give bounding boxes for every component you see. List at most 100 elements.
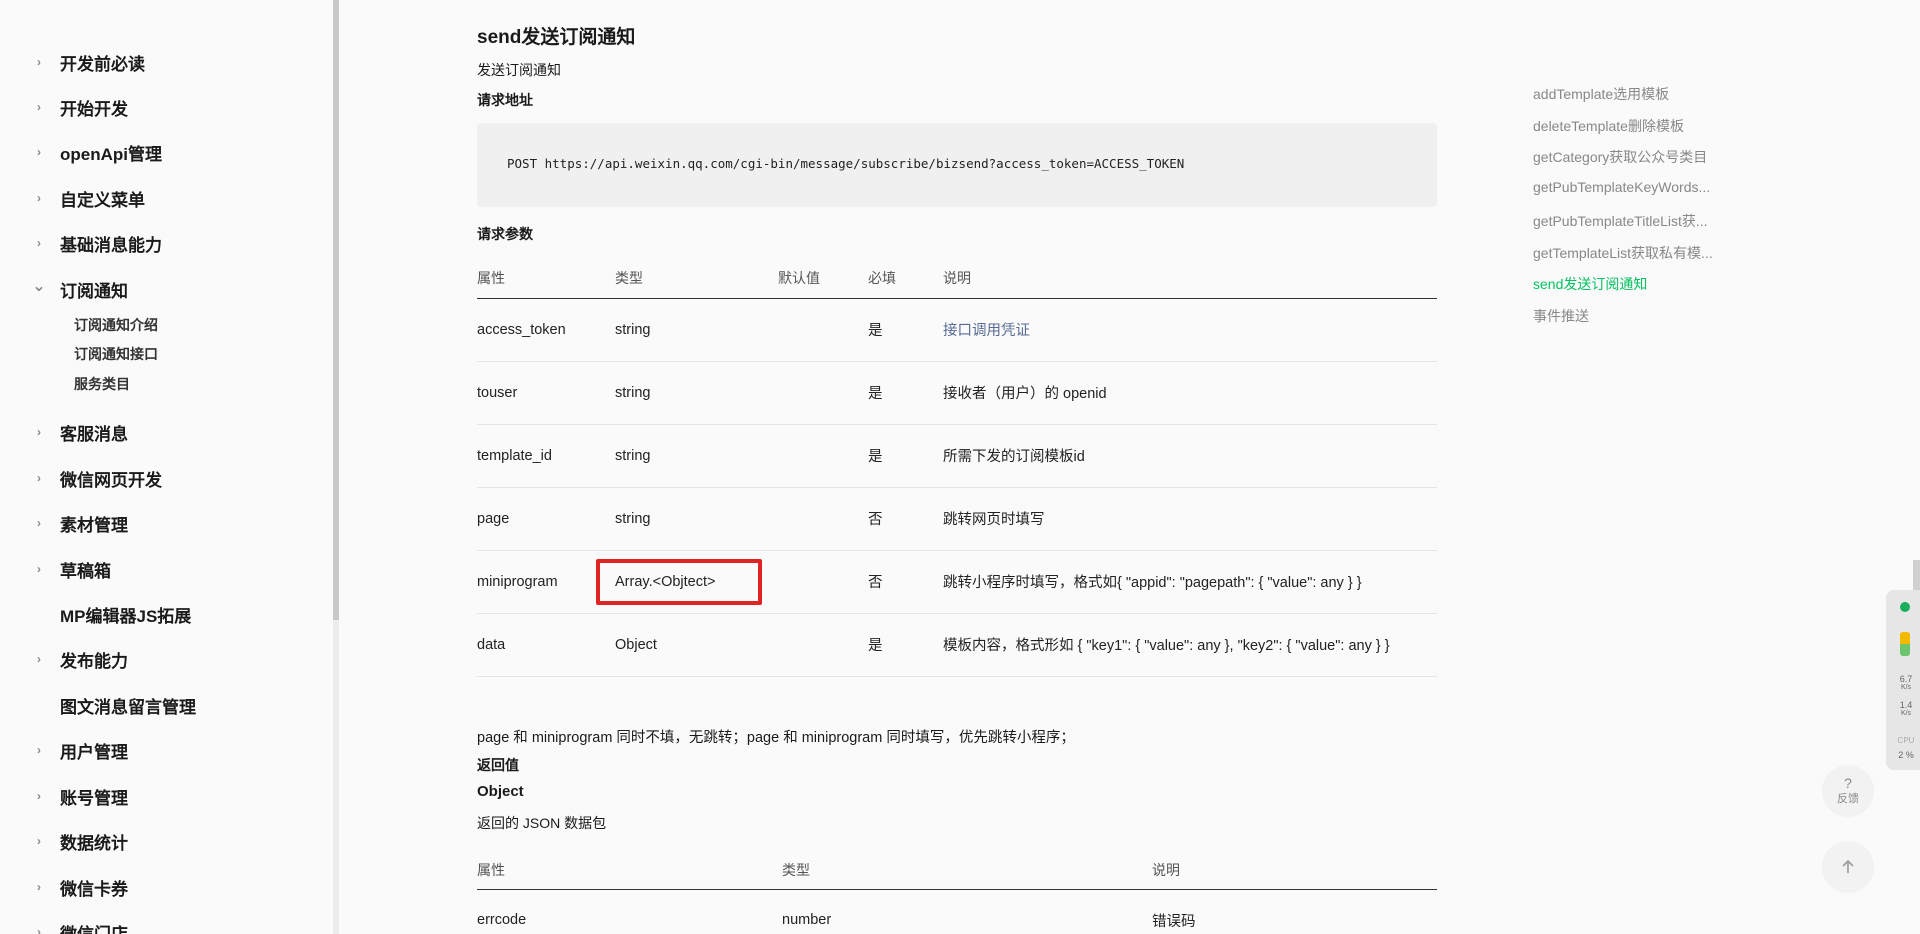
table-cell [778, 550, 868, 614]
toc-item[interactable]: getPubTemplateKeyWords... [1533, 179, 1723, 195]
sidebar-item[interactable]: › 微信卡券 [0, 869, 128, 905]
cpu-label: CPU [1897, 736, 1915, 745]
net-down-value: 1.4 [1899, 700, 1913, 710]
sidebar-item[interactable]: › 客服消息 [0, 414, 128, 450]
access-token-link[interactable]: 接口调用凭证 [943, 298, 1437, 362]
highlight-box [596, 559, 762, 605]
jump-note: page 和 miniprogram 同时不填，无跳转；page 和 minip… [477, 730, 1075, 746]
chevron-right-icon: › [37, 925, 41, 934]
table-cell [778, 487, 868, 551]
toc-item[interactable]: getCategory获取公众号类目 [1533, 147, 1723, 167]
chevron-right-icon: › [37, 562, 41, 576]
chevron-right-icon: › [37, 516, 41, 530]
sidebar-item[interactable]: › 微信网页开发 [0, 460, 162, 496]
page-title: send发送订阅通知 [477, 27, 636, 48]
chevron-right-icon: › [37, 880, 41, 894]
table-cell: 否 [868, 550, 943, 614]
table-cell: string [615, 424, 778, 488]
table-cell: miniprogram [477, 550, 615, 614]
table-cell: string [615, 298, 778, 362]
chevron-right-icon: › [37, 145, 41, 159]
sidebar-subitem[interactable]: 订阅通知介绍 [74, 312, 158, 338]
sidebar-item-label: 开发前必读 [60, 54, 145, 74]
toc-item[interactable]: 事件推送 [1533, 306, 1723, 326]
sidebar-item[interactable]: › 素材管理 [0, 505, 128, 541]
net-down-unit: K/s [1900, 710, 1912, 717]
table-row: page string 否跳转网页时填写 [477, 487, 1437, 551]
table-cell: 是 [868, 361, 943, 425]
back-to-top-button[interactable] [1822, 841, 1874, 893]
sidebar-item[interactable]: › 账号管理 [0, 778, 128, 814]
question-icon: ? [1844, 775, 1852, 791]
sidebar-item[interactable]: ›MP编辑器JS拓展 [0, 596, 191, 632]
sidebar-item[interactable]: › 草稿箱 [0, 551, 111, 587]
sidebar-item[interactable]: › 自定义菜单 [0, 180, 145, 216]
sidebar-scrollbar[interactable] [333, 0, 339, 620]
request-url-label: 请求地址 [477, 92, 533, 108]
toc-item[interactable]: addTemplate选用模板 [1533, 84, 1723, 104]
feedback-button[interactable]: ? 反馈 [1822, 765, 1874, 817]
chevron-right-icon: › [37, 652, 41, 666]
sidebar-item[interactable]: › 基础消息能力 [0, 225, 162, 261]
return-header-cell: 属性 [477, 851, 782, 890]
chevron-right-icon: › [37, 425, 41, 439]
sidebar: › 开发前必读 › 开始开发 › openApi管理 › 自定义菜单 › 基础消息能力 ⌄ 订阅通知 ›… [0, 0, 335, 934]
sidebar-item[interactable]: › 微信门店 [0, 914, 128, 934]
table-cell: data [477, 613, 615, 677]
sidebar-item-label: 微信门店 [60, 924, 128, 934]
memory-bar-icon [1900, 632, 1910, 656]
toc-item[interactable]: deleteTemplate删除模板 [1533, 116, 1723, 136]
page-description: 发送订阅通知 [477, 62, 561, 78]
table-row: errcode number 错误码 [477, 889, 1437, 934]
sidebar-item-label: 订阅通知 [60, 281, 128, 301]
sidebar-item[interactable]: › 数据统计 [0, 823, 128, 859]
sidebar-item-label: 自定义菜单 [60, 190, 145, 210]
sidebar-item[interactable]: › 开发前必读 [0, 44, 145, 80]
chevron-right-icon: › [37, 834, 41, 848]
chevron-right-icon: › [37, 100, 41, 114]
sidebar-item-label: 数据统计 [60, 833, 128, 853]
table-cell: template_id [477, 424, 615, 488]
table-cell: 是 [868, 424, 943, 488]
table-cell [778, 298, 868, 362]
system-monitor-widget[interactable]: 6.7 K/s 1.4 K/s CPU 2 % [1886, 590, 1920, 770]
return-type: Object [477, 783, 524, 800]
sidebar-item[interactable]: › 发布能力 [0, 641, 128, 677]
sidebar-item-label: 发布能力 [60, 651, 128, 671]
chevron-right-icon: › [37, 743, 41, 757]
sidebar-subitem[interactable]: 订阅通知接口 [74, 341, 158, 367]
table-cell: page [477, 487, 615, 551]
params-header-cell: 类型 [615, 258, 778, 299]
sidebar-item[interactable]: › 用户管理 [0, 732, 128, 768]
table-cell: number [782, 912, 832, 929]
sidebar-item-label: 微信卡券 [60, 879, 128, 899]
sidebar-item[interactable]: ›图文消息留言管理 [0, 687, 196, 723]
return-header-cell: 类型 [782, 851, 1152, 890]
return-table: 属性 类型 说明 errcode number 错误码 [477, 851, 1437, 934]
toc-item[interactable]: send发送订阅通知 [1533, 274, 1723, 294]
table-cell [778, 424, 868, 488]
table-cell [778, 613, 868, 677]
feedback-label: 反馈 [1837, 793, 1859, 805]
params-table-header: 属性 类型 默认值 必填 说明 [477, 258, 1437, 299]
chevron-right-icon: › [37, 191, 41, 205]
table-cell: 跳转网页时填写 [943, 487, 1437, 551]
sidebar-item[interactable]: › 开始开发 [0, 89, 128, 125]
cpu-value: 2 % [1898, 750, 1914, 760]
chevron-right-icon: › [37, 789, 41, 803]
table-cell: 接收者（用户）的 openid [943, 361, 1437, 425]
toc-item[interactable]: getPubTemplateTitleList获... [1533, 211, 1723, 231]
table-row: template_id string 是所需下发的订阅模板id [477, 424, 1437, 488]
toc-item[interactable]: getTemplateList获取私有模... [1533, 243, 1723, 263]
request-url-code-block: POST https://api.weixin.qq.com/cgi-bin/m… [477, 123, 1437, 207]
sidebar-item-label: openApi管理 [60, 144, 162, 164]
table-cell: Object [615, 613, 778, 677]
sidebar-item[interactable]: ⌄ 订阅通知 [0, 271, 128, 307]
sidebar-subitem[interactable]: 服务类目 [74, 371, 130, 397]
params-table: 属性 类型 默认值 必填 说明 access_token string 是接口调用凭证 tou… [477, 258, 1437, 677]
params-header-cell: 默认值 [778, 258, 868, 299]
chevron-down-icon: ⌄ [32, 278, 46, 295]
sidebar-item[interactable]: › openApi管理 [0, 134, 162, 170]
params-header-cell: 说明 [943, 258, 1437, 299]
table-row: data Object 是模板内容，格式形如 { "key1": { "value"… [477, 613, 1437, 677]
